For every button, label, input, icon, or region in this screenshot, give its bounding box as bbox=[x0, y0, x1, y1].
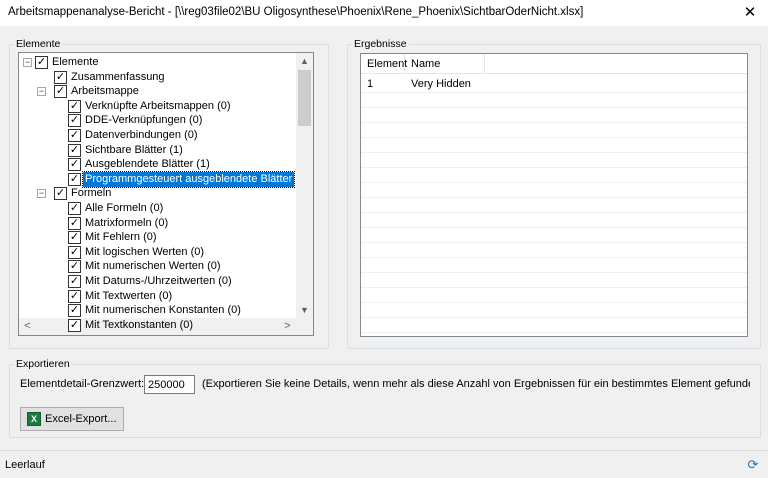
title-bar: Arbeitsmappenanalyse-Bericht - [\\reg03f… bbox=[0, 0, 768, 26]
table-row[interactable]: 1 Very Hidden bbox=[361, 77, 747, 92]
tree-checkbox[interactable]: ✓ bbox=[68, 114, 81, 128]
scroll-right-icon[interactable]: > bbox=[279, 318, 296, 335]
tree-item-label: Sichtbare Blätter (1) bbox=[85, 143, 183, 156]
tree-checkbox[interactable]: ✓ bbox=[68, 158, 81, 172]
elements-group-label: Elemente bbox=[16, 38, 61, 50]
grid-line bbox=[361, 107, 747, 108]
column-header-element[interactable]: Element bbox=[361, 54, 407, 74]
grid-line bbox=[361, 197, 747, 198]
tree-item-label: Programmgesteuert ausgeblendete Blätter bbox=[81, 170, 296, 188]
tree-item-label: Mit Textkonstanten (0) bbox=[85, 318, 194, 331]
tree-item-label: Mit Datums-/Uhrzeitwerten (0) bbox=[85, 275, 232, 287]
excel-export-label: Excel-Export... bbox=[45, 413, 117, 425]
status-text: Leerlauf bbox=[5, 459, 45, 471]
tree-checkbox[interactable]: ✓ bbox=[68, 245, 81, 259]
tree-checkbox[interactable]: ✓ bbox=[68, 202, 81, 215]
grid-line bbox=[361, 212, 747, 213]
scrollbar-corner bbox=[296, 318, 313, 335]
scroll-down-icon[interactable]: ▼ bbox=[296, 302, 313, 319]
tree-item-label: Mit logischen Werten (0) bbox=[85, 245, 205, 258]
tree-checkbox[interactable]: ✓ bbox=[68, 289, 81, 303]
tree-item-label: Arbeitsmappe bbox=[71, 85, 139, 98]
tree-checkbox[interactable]: ✓ bbox=[68, 260, 81, 274]
tree-checkbox[interactable]: ✓ bbox=[54, 85, 67, 99]
column-header-name[interactable]: Name bbox=[405, 54, 485, 74]
excel-export-button[interactable]: X Excel-Export... bbox=[20, 407, 124, 431]
close-icon[interactable]: ✕ bbox=[742, 3, 758, 21]
collapse-icon[interactable]: − bbox=[37, 87, 46, 97]
tree-checkbox[interactable]: ✓ bbox=[68, 172, 81, 186]
tree-item-label: Ausgeblendete Blätter (1) bbox=[85, 158, 210, 171]
cell-name: Very Hidden bbox=[411, 78, 471, 90]
grid-line bbox=[361, 317, 747, 318]
tree-checkbox[interactable]: ✓ bbox=[54, 187, 67, 201]
grid-line bbox=[361, 242, 747, 243]
results-grid-header: Element Name bbox=[361, 54, 747, 74]
refresh-icon[interactable]: ⟳ bbox=[746, 458, 760, 472]
status-bar: Leerlauf ⟳ bbox=[0, 450, 768, 478]
grid-line bbox=[361, 122, 747, 123]
tree-item-label: Mit numerischen Konstanten (0) bbox=[85, 304, 241, 317]
scroll-left-icon[interactable]: < bbox=[19, 318, 36, 335]
threshold-label: Elementdetail-Grenzwert: bbox=[20, 378, 145, 390]
tree-checkbox[interactable]: ✓ bbox=[68, 304, 81, 318]
tree-checkbox[interactable]: ✓ bbox=[68, 99, 81, 113]
tree-checkbox[interactable]: ✓ bbox=[54, 70, 67, 84]
grid-line bbox=[361, 227, 747, 228]
collapse-icon[interactable]: − bbox=[37, 189, 46, 199]
collapse-icon[interactable]: − bbox=[23, 58, 32, 67]
scroll-thumb[interactable] bbox=[298, 70, 311, 126]
window-title: Arbeitsmappenanalyse-Bericht - [\\reg03f… bbox=[8, 6, 584, 18]
grid-line bbox=[361, 92, 747, 93]
threshold-input[interactable] bbox=[144, 375, 195, 394]
tree-item-label: Zusammenfassung bbox=[71, 70, 165, 83]
grid-line bbox=[361, 167, 747, 168]
grid-line bbox=[361, 137, 747, 138]
results-group-label: Ergebnisse bbox=[354, 38, 407, 50]
elements-tree[interactable]: ▲ ▼ < > − ✓ Elemente ✓ Zusammenfassung − ✓ Arbe… bbox=[18, 52, 314, 336]
threshold-hint: (Exportieren Sie keine Details, wenn meh… bbox=[202, 378, 750, 390]
tree-item-label: Verknüpfte Arbeitsmappen (0) bbox=[85, 99, 231, 112]
tree-item-label: Mit Fehlern (0) bbox=[85, 231, 157, 244]
excel-icon: X bbox=[27, 412, 41, 426]
tree-checkbox[interactable]: ✓ bbox=[68, 231, 81, 245]
grid-line bbox=[361, 182, 747, 183]
scroll-up-icon[interactable]: ▲ bbox=[296, 53, 313, 70]
grid-line bbox=[361, 302, 747, 303]
tree-item-label: Elemente bbox=[52, 56, 99, 68]
tree-item-label: DDE-Verknüpfungen (0) bbox=[85, 114, 203, 127]
tree-item-label: Mit Textwerten (0) bbox=[85, 289, 173, 302]
tree-checkbox[interactable]: ✓ bbox=[35, 56, 48, 69]
tree-item-label: Matrixformeln (0) bbox=[85, 216, 169, 229]
cell-element: 1 bbox=[367, 78, 374, 90]
tree-checkbox[interactable]: ✓ bbox=[68, 143, 81, 157]
tree-item-label: Formeln bbox=[71, 187, 112, 200]
tree-checkbox[interactable]: ✓ bbox=[68, 275, 81, 288]
grid-line bbox=[361, 257, 747, 258]
tree-item-label: Mit numerischen Werten (0) bbox=[85, 260, 221, 273]
export-group-label: Exportieren bbox=[16, 358, 70, 370]
grid-line bbox=[361, 152, 747, 153]
tree-checkbox[interactable]: ✓ bbox=[68, 318, 81, 332]
grid-line bbox=[361, 272, 747, 273]
tree-checkbox[interactable]: ✓ bbox=[68, 129, 81, 142]
grid-line bbox=[361, 332, 747, 333]
grid-line bbox=[361, 287, 747, 288]
results-grid[interactable]: Element Name 1 Very Hidden bbox=[360, 53, 748, 337]
tree-vertical-scrollbar[interactable]: ▲ ▼ bbox=[296, 53, 313, 319]
tree-checkbox[interactable]: ✓ bbox=[68, 216, 81, 230]
tree-item-label: Alle Formeln (0) bbox=[85, 202, 164, 214]
tree-item-label: Datenverbindungen (0) bbox=[85, 129, 198, 141]
